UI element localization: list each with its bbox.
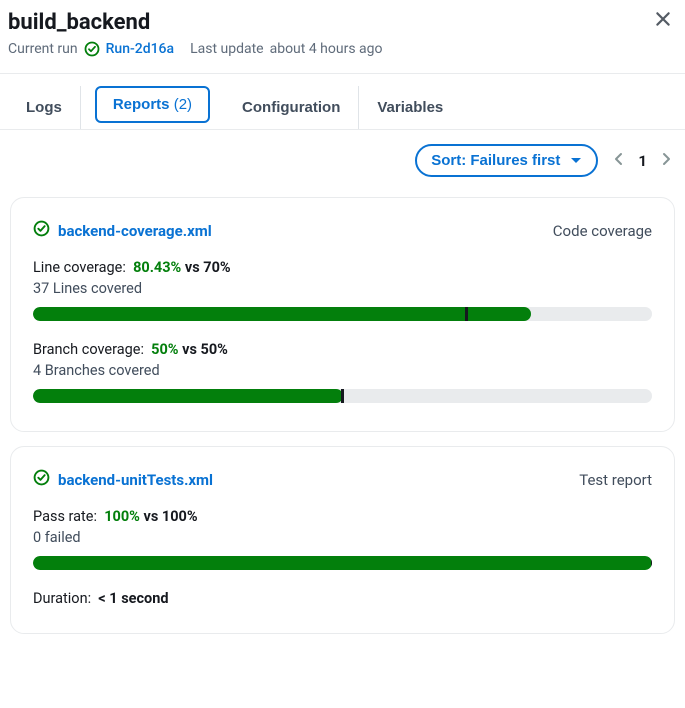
report-title-link[interactable]: backend-coverage.xml bbox=[58, 222, 212, 240]
metric-vs: vs 50% bbox=[182, 341, 228, 358]
progress-bar bbox=[33, 556, 652, 570]
current-run-label: Current run bbox=[8, 41, 78, 57]
metric-value: 80.43% bbox=[133, 259, 181, 276]
report-type: Test report bbox=[579, 471, 652, 489]
report-card-tests: backend-unitTests.xml Test report Pass r… bbox=[10, 446, 675, 634]
progress-marker bbox=[341, 389, 344, 403]
progress-marker bbox=[651, 556, 653, 570]
report-title-link[interactable]: backend-unitTests.xml bbox=[58, 471, 213, 489]
page-title: build_backend bbox=[8, 10, 677, 35]
tab-bar: Logs Reports (2) Configuration Variables bbox=[0, 74, 685, 130]
progress-fill bbox=[33, 556, 652, 570]
last-update-label: Last update bbox=[190, 41, 264, 57]
progress-fill bbox=[33, 307, 531, 321]
tab-reports-label: Reports bbox=[113, 96, 170, 113]
last-update-value: about 4 hours ago bbox=[270, 41, 383, 57]
report-type: Code coverage bbox=[553, 222, 652, 240]
metric-sub: 0 failed bbox=[33, 529, 652, 546]
metric-label: Pass rate: bbox=[33, 508, 97, 525]
chevron-right-icon bbox=[661, 154, 671, 169]
sort-button[interactable]: Sort: Failures first bbox=[415, 144, 598, 177]
caret-down-icon bbox=[570, 152, 582, 169]
metric-sub: 4 Branches covered bbox=[33, 362, 652, 379]
metric-value: 50% bbox=[151, 341, 178, 358]
tab-variables[interactable]: Variables bbox=[359, 86, 461, 129]
chevron-left-icon bbox=[614, 154, 624, 169]
progress-bar bbox=[33, 307, 652, 321]
report-card-coverage: backend-coverage.xml Code coverage Line … bbox=[10, 197, 675, 432]
success-icon bbox=[84, 41, 100, 57]
tab-reports[interactable]: Reports (2) bbox=[95, 86, 210, 123]
progress-fill bbox=[33, 389, 343, 403]
metric-value: 100% bbox=[104, 508, 140, 525]
metric-label: Branch coverage: bbox=[33, 341, 144, 358]
success-icon bbox=[33, 469, 50, 490]
metric-vs: vs 70% bbox=[185, 259, 231, 276]
run-link[interactable]: Run-2d16a bbox=[106, 41, 174, 57]
tab-logs[interactable]: Logs bbox=[22, 86, 81, 129]
tab-configuration[interactable]: Configuration bbox=[224, 86, 359, 129]
metric-sub: 37 Lines covered bbox=[33, 280, 652, 297]
page-number: 1 bbox=[638, 152, 647, 170]
tab-reports-count: (2) bbox=[174, 96, 192, 113]
progress-marker bbox=[465, 307, 468, 321]
close-icon bbox=[654, 16, 672, 31]
success-icon bbox=[33, 220, 50, 241]
pager-next-button[interactable] bbox=[659, 150, 673, 171]
metric-label: Line coverage: bbox=[33, 259, 126, 276]
pager-prev-button[interactable] bbox=[612, 150, 626, 171]
close-button[interactable] bbox=[651, 8, 675, 32]
duration-label: Duration: bbox=[33, 590, 91, 607]
duration-value: < 1 second bbox=[98, 590, 168, 607]
metric-vs: vs 100% bbox=[143, 508, 197, 525]
progress-bar bbox=[33, 389, 652, 403]
sort-label: Sort: Failures first bbox=[431, 152, 560, 169]
